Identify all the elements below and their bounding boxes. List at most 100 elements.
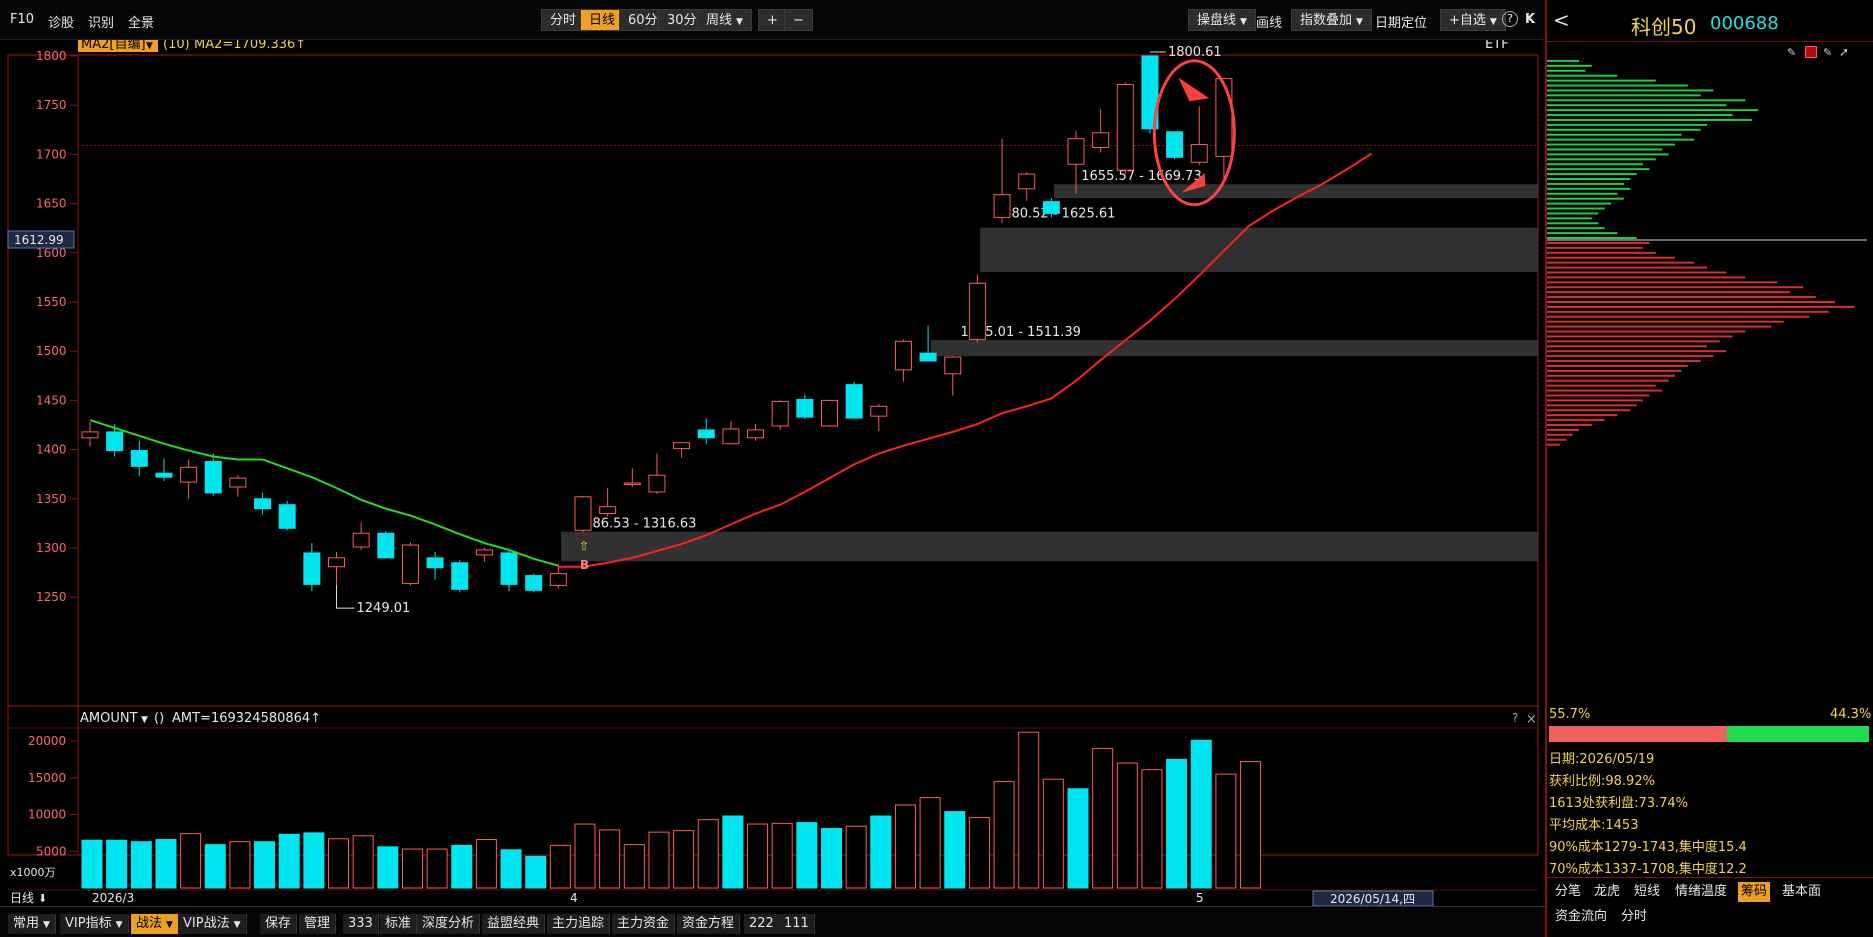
close-icon[interactable]: × xyxy=(1526,712,1537,727)
candle-body xyxy=(870,405,888,417)
chip-bar xyxy=(1547,246,1643,249)
candle-body xyxy=(771,400,789,427)
volume-bar xyxy=(1042,778,1064,889)
tab-standard[interactable]: 标准 xyxy=(380,914,418,934)
tab-chips[interactable]: 筹码 xyxy=(1738,882,1771,902)
candle-body xyxy=(796,398,814,418)
add-favorite-dropdown[interactable]: +自选 ▼ xyxy=(1440,9,1506,31)
zone-label: 1655.57 - 1669.73 xyxy=(1081,169,1201,184)
price-label: 1650 xyxy=(36,197,67,211)
manage-button[interactable]: 管理 xyxy=(299,914,337,934)
index-overlay-label: 指数叠加 xyxy=(1300,13,1353,28)
volume-bar xyxy=(993,780,1015,889)
period-intraday-button[interactable]: 分时 xyxy=(541,9,586,31)
volume-header: AMOUNT ▼ () AMT=169324580864↑ ? × xyxy=(80,711,1537,727)
zoom-out-button[interactable]: − xyxy=(784,9,813,31)
chip-bar xyxy=(1547,350,1727,353)
date-locate-button[interactable]: 日期定位 xyxy=(1375,12,1427,31)
info-cost70: 70%成本1337-1708,集中度12.2 xyxy=(1549,862,1747,877)
vip-indicator-dropdown[interactable]: VIP指标 ▼ xyxy=(60,914,129,934)
candle-body xyxy=(1215,78,1233,157)
tab-main-tracking[interactable]: 主力追踪 xyxy=(547,914,611,934)
chip-bar xyxy=(1547,428,1579,431)
vip-strategy-dropdown[interactable]: VIP战法 ▼ xyxy=(178,914,247,934)
tab-classic[interactable]: 益盟经典 xyxy=(482,914,546,934)
candle-body xyxy=(574,496,592,531)
candle-body xyxy=(426,557,444,569)
price-tag-value: 1612.99 xyxy=(14,233,64,247)
ma-value: MA2=1709.336↑ xyxy=(194,40,306,52)
tab-deep-analysis[interactable]: 深度分析 xyxy=(417,914,481,934)
strategy-dropdown[interactable]: 战法 ▼ xyxy=(131,914,179,934)
date-label-april: 4 xyxy=(570,891,578,905)
period-weekly-dropdown[interactable]: 周线 ▼ xyxy=(697,9,752,31)
zoom-in-button[interactable]: + xyxy=(758,9,787,31)
period-daily-button[interactable]: 日线 xyxy=(580,9,625,31)
volume-bar xyxy=(821,827,842,889)
tab-fund-equation[interactable]: 资金方程 xyxy=(677,914,741,934)
volume-bar xyxy=(1190,739,1212,889)
operate-line-dropdown[interactable]: 操盘线 ▼ xyxy=(1188,9,1256,31)
bottom-toolbar: 常用 ▼ VIP指标 ▼ 战法 ▼ VIP战法 ▼ 保存 管理 333 标准 深度分析 … xyxy=(0,906,1545,937)
f10-button[interactable]: F10 xyxy=(10,12,34,27)
chip-bar xyxy=(1547,182,1624,185)
candle-body xyxy=(130,450,148,467)
tab-111[interactable]: 111 xyxy=(779,914,815,934)
kline-chart[interactable]: MA2[自编] ▼ (10) MA2=1709.336↑ ETF 1800 175… xyxy=(0,40,1545,906)
operate-line-label: 操盘线 xyxy=(1197,13,1237,28)
common-dropdown[interactable]: 常用 ▼ xyxy=(8,914,56,934)
tab-sentiment[interactable]: 情绪温度 xyxy=(1672,882,1730,902)
volume-bar xyxy=(500,849,522,889)
tab-fund-flow[interactable]: 资金流向 xyxy=(1552,907,1610,927)
chip-bar xyxy=(1547,291,1791,294)
chip-bar xyxy=(1547,133,1682,136)
chip-bar xyxy=(1547,355,1714,358)
tab-333[interactable]: 333 xyxy=(343,914,379,934)
chip-bar xyxy=(1547,345,1707,348)
chip-bar xyxy=(1547,360,1701,363)
back-button[interactable]: < xyxy=(1553,8,1570,32)
tab-short-term[interactable]: 短线 xyxy=(1631,882,1663,902)
draw-line-button[interactable]: 画线 xyxy=(1256,12,1282,31)
help-icon[interactable]: ? xyxy=(1512,711,1518,725)
chip-distribution xyxy=(1547,59,1867,446)
chip-bars xyxy=(1547,59,1855,446)
period-label[interactable]: 日线 xyxy=(10,891,34,905)
price-label: 1500 xyxy=(36,344,67,358)
tab-fundamentals[interactable]: 基本面 xyxy=(1779,882,1824,902)
help-icon[interactable]: ? xyxy=(1502,11,1518,27)
fullview-button[interactable]: 全景 xyxy=(128,12,154,31)
volume-bar xyxy=(1215,773,1237,889)
volume-bar xyxy=(1116,762,1138,889)
volume-bar xyxy=(352,835,374,889)
identify-button[interactable]: 识别 xyxy=(88,12,114,31)
candle-body xyxy=(845,384,863,419)
tab-222[interactable]: 222 xyxy=(744,914,780,934)
volume-bar xyxy=(771,822,793,889)
tab-intraday[interactable]: 分时 xyxy=(1618,907,1650,927)
volume-bar xyxy=(968,816,990,889)
volume-bar xyxy=(845,825,867,889)
volume-bar xyxy=(623,844,645,889)
price-axis: 1800175017001650160015501500145014001350… xyxy=(36,49,67,604)
collapse-icon[interactable]: K xyxy=(1525,12,1535,27)
ma-select[interactable]: MA2[自编] xyxy=(81,40,146,52)
volume-bar xyxy=(697,819,719,889)
volume-param: () xyxy=(154,711,164,726)
tab-main-funds[interactable]: 主力资金 xyxy=(612,914,676,934)
tab-dragon-tiger[interactable]: 龙虎 xyxy=(1591,882,1623,902)
chip-bar xyxy=(1547,419,1605,422)
etf-label: ETF xyxy=(1485,40,1509,52)
chip-bar xyxy=(1547,94,1701,97)
index-overlay-dropdown[interactable]: 指数叠加 ▼ xyxy=(1291,9,1372,31)
volume-title[interactable]: AMOUNT xyxy=(80,711,138,726)
chip-bar xyxy=(1547,99,1746,102)
chip-bar xyxy=(1547,109,1759,112)
candle-body xyxy=(944,356,962,375)
save-button[interactable]: 保存 xyxy=(260,914,298,934)
tab-ticks[interactable]: 分笔 xyxy=(1552,882,1584,902)
profit-percent: 55.7% xyxy=(1549,707,1591,722)
volume-gridlines xyxy=(70,740,78,852)
diagnose-button[interactable]: 诊股 xyxy=(48,12,74,31)
info-profit-ratio: 获利比例:98.92% xyxy=(1549,774,1655,789)
